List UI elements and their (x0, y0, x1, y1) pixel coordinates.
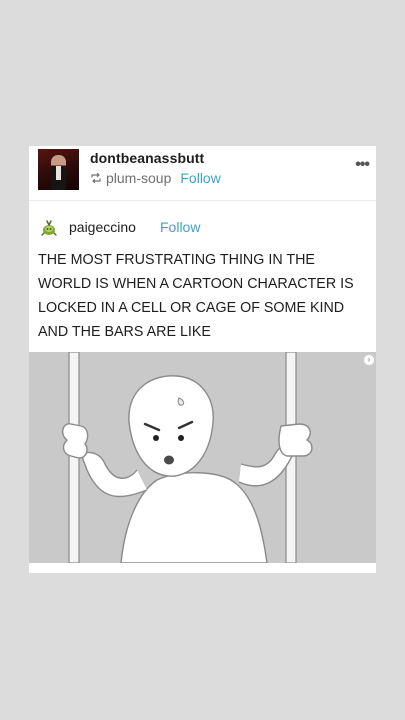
reblogger-name[interactable]: dontbeanassbutt (90, 150, 204, 166)
post-body-text: THE MOST FRUSTRATING THING IN THE WORLD … (38, 252, 354, 340)
op-follow-button[interactable]: Follow (160, 219, 200, 235)
chevron-right-icon[interactable]: › (363, 354, 375, 366)
op-avatar-icon[interactable] (40, 219, 58, 237)
avatar-shirt (56, 166, 61, 180)
post-header: dontbeanassbutt plum-soup Follow ••• (29, 146, 376, 201)
reblogger-avatar[interactable] (38, 149, 79, 190)
reblog-source-line: plum-soup Follow (90, 170, 221, 186)
more-options-icon[interactable]: ••• (355, 157, 370, 173)
original-poster-name[interactable]: paigeccino (69, 219, 136, 235)
follow-button[interactable]: Follow (180, 170, 220, 186)
post-card: dontbeanassbutt plum-soup Follow ••• pai… (29, 146, 376, 573)
post-image-comic (29, 352, 376, 563)
original-poster-row: paigeccino Follow (29, 214, 376, 242)
reblog-icon (91, 172, 101, 184)
reblogged-from-name[interactable]: plum-soup (106, 170, 171, 186)
